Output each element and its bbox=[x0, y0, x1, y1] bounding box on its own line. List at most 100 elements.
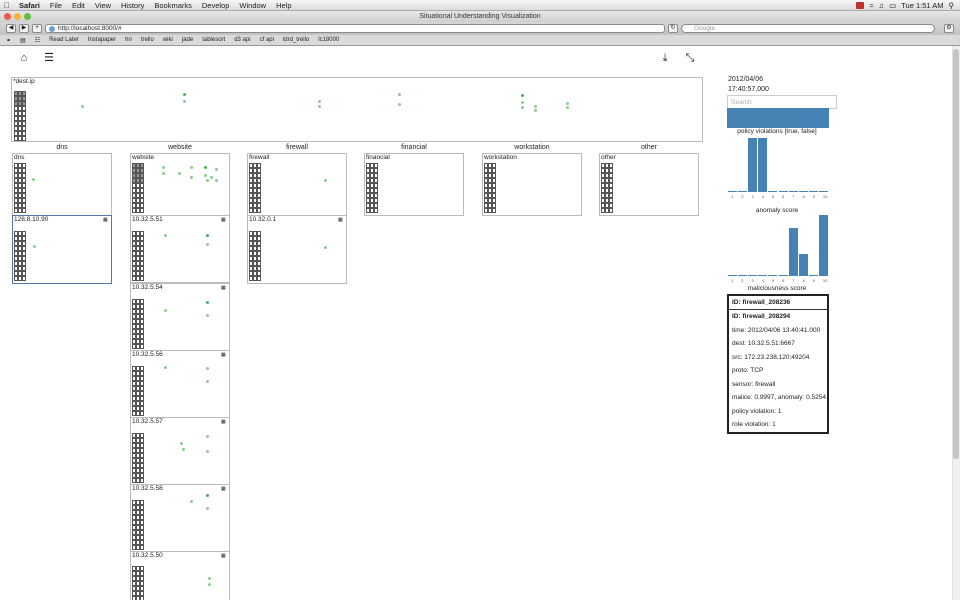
matrix-grid[interactable] bbox=[249, 231, 261, 281]
fullscreen-icon[interactable]: ⤡ bbox=[684, 52, 696, 64]
maliciousness-bar[interactable] bbox=[758, 275, 768, 276]
event-dot[interactable] bbox=[183, 100, 186, 103]
panel-firewall[interactable]: firewall bbox=[247, 153, 347, 216]
menu-develop[interactable]: Develop bbox=[197, 1, 235, 10]
event-dot[interactable] bbox=[164, 366, 167, 369]
event-dot[interactable] bbox=[206, 301, 209, 304]
panel-host-website-5[interactable]: 10.32.5.58 ▦ bbox=[130, 484, 230, 552]
page-scrollbar-thumb[interactable] bbox=[953, 49, 959, 459]
event-dot[interactable] bbox=[204, 166, 207, 169]
menu-window[interactable]: Window bbox=[234, 1, 271, 10]
bookmark-instapaper[interactable]: Instapaper bbox=[88, 37, 116, 43]
event-dot[interactable] bbox=[208, 577, 211, 580]
top-sites-icon[interactable]: ☷ bbox=[35, 37, 40, 44]
event-dot[interactable] bbox=[162, 172, 165, 175]
event-dot[interactable] bbox=[206, 380, 209, 383]
matrix-grid[interactable] bbox=[249, 163, 261, 213]
bookmark-lc18000[interactable]: lc18000 bbox=[318, 37, 339, 43]
event-dot[interactable] bbox=[398, 93, 401, 96]
panel-host-website-4[interactable]: 10.32.5.57 ▦ bbox=[130, 417, 230, 485]
zoom-window-icon[interactable] bbox=[24, 13, 31, 20]
panel-host-website-1[interactable]: 10.32.5.51 ▦ bbox=[130, 215, 230, 283]
status-app-icon[interactable] bbox=[856, 1, 865, 9]
grid-toggle-icon[interactable]: ▦ bbox=[221, 353, 227, 358]
event-dot[interactable] bbox=[206, 494, 209, 497]
matrix-grid[interactable] bbox=[484, 163, 496, 213]
matrix-grid[interactable] bbox=[132, 433, 144, 483]
event-dot[interactable] bbox=[534, 105, 537, 108]
panel-other[interactable]: other bbox=[599, 153, 699, 216]
battery-icon[interactable]: ▭ bbox=[889, 1, 896, 10]
matrix-grid[interactable] bbox=[132, 500, 144, 550]
matrix-grid[interactable] bbox=[132, 299, 144, 349]
matrix-grid[interactable] bbox=[132, 366, 144, 416]
event-dot[interactable] bbox=[164, 234, 167, 237]
event-dot[interactable] bbox=[178, 172, 181, 175]
event-dot[interactable] bbox=[215, 179, 218, 182]
panel-host-website-6[interactable]: 10.32.5.50 ▦ bbox=[130, 551, 230, 600]
reading-list-icon[interactable]: ⚭ bbox=[6, 37, 11, 44]
bookmark-ldrd-trello[interactable]: ldrd_trello bbox=[283, 37, 309, 43]
event-dot[interactable] bbox=[206, 435, 209, 438]
event-dot[interactable] bbox=[81, 105, 84, 108]
forward-button[interactable]: ▶ bbox=[19, 24, 29, 33]
grid-toggle-icon[interactable]: ▦ bbox=[221, 487, 227, 492]
menu-history[interactable]: History bbox=[116, 1, 149, 10]
histogram-maliciousness[interactable]: 1 2 3 4 5 6 7 8 9 10 bbox=[727, 214, 829, 284]
bookmark-d3-api[interactable]: d3 api bbox=[234, 37, 250, 43]
column-header-firewall[interactable]: firewall bbox=[247, 144, 347, 151]
clock[interactable]: Tue 1:51 AM bbox=[901, 1, 943, 10]
anomaly-bar[interactable] bbox=[798, 191, 809, 192]
event-dot[interactable] bbox=[324, 246, 327, 249]
matrix-grid[interactable] bbox=[14, 231, 26, 281]
anomaly-bar[interactable] bbox=[778, 191, 788, 192]
anomaly-bar[interactable] bbox=[747, 138, 758, 192]
event-dot[interactable] bbox=[566, 102, 569, 105]
grid-toggle-icon[interactable]: ▦ bbox=[221, 218, 227, 223]
download-icon[interactable]: ⤓ bbox=[659, 52, 671, 64]
event-dot[interactable] bbox=[534, 109, 537, 112]
histogram-anomaly[interactable]: 1 2 3 4 5 6 7 8 9 10 bbox=[727, 138, 829, 200]
event-dot[interactable] bbox=[318, 105, 321, 108]
matrix-grid[interactable] bbox=[132, 163, 144, 213]
menu-bookmarks[interactable]: Bookmarks bbox=[149, 1, 197, 10]
event-dot[interactable] bbox=[190, 166, 193, 169]
grid-toggle-icon[interactable]: ▦ bbox=[221, 286, 227, 291]
maliciousness-bar[interactable] bbox=[778, 274, 788, 276]
event-dot[interactable] bbox=[521, 94, 524, 97]
maliciousness-bar[interactable] bbox=[768, 275, 778, 276]
matrix-grid[interactable] bbox=[366, 163, 378, 213]
event-dot[interactable] bbox=[566, 106, 569, 109]
event-dot[interactable] bbox=[32, 178, 35, 181]
event-dot[interactable] bbox=[190, 500, 193, 503]
event-dot[interactable] bbox=[204, 174, 207, 177]
panel-website[interactable]: website bbox=[130, 153, 230, 216]
panel-host-dns[interactable]: 128.8.10.90 ▦ bbox=[12, 215, 112, 284]
maliciousness-bar[interactable] bbox=[727, 274, 737, 276]
event-dot[interactable] bbox=[164, 309, 167, 312]
anomaly-bar[interactable] bbox=[819, 191, 829, 192]
column-header-workstation[interactable]: workstation bbox=[482, 144, 582, 151]
menu-edit[interactable]: Edit bbox=[67, 1, 90, 10]
event-dot[interactable] bbox=[521, 106, 524, 109]
event-dot[interactable] bbox=[206, 314, 209, 317]
column-header-website[interactable]: website bbox=[130, 144, 230, 151]
close-window-icon[interactable] bbox=[4, 13, 11, 20]
bookmark-tablesort[interactable]: tablesort bbox=[202, 37, 225, 43]
back-button[interactable]: ◀ bbox=[6, 24, 16, 33]
panel-host-firewall[interactable]: 10.32.0.1 ▦ bbox=[247, 215, 347, 284]
browser-search-field[interactable]: Google bbox=[681, 24, 935, 33]
panel-workstation[interactable]: workstation bbox=[482, 153, 582, 216]
event-dot[interactable] bbox=[182, 448, 185, 451]
bookmarks-book-icon[interactable]: ▤ bbox=[20, 37, 26, 44]
anomaly-bar[interactable] bbox=[737, 191, 747, 192]
grid-toggle-icon[interactable]: ▦ bbox=[338, 218, 344, 223]
event-dot[interactable] bbox=[206, 243, 209, 246]
event-dot[interactable] bbox=[318, 100, 321, 103]
maliciousness-bar[interactable] bbox=[819, 215, 829, 276]
settings-button[interactable]: ⚙ bbox=[944, 24, 954, 33]
column-header-other[interactable]: other bbox=[599, 144, 699, 151]
menu-view[interactable]: View bbox=[90, 1, 116, 10]
event-dot[interactable] bbox=[206, 234, 209, 237]
address-bar[interactable]: http://localhost:8000/# bbox=[45, 24, 665, 33]
